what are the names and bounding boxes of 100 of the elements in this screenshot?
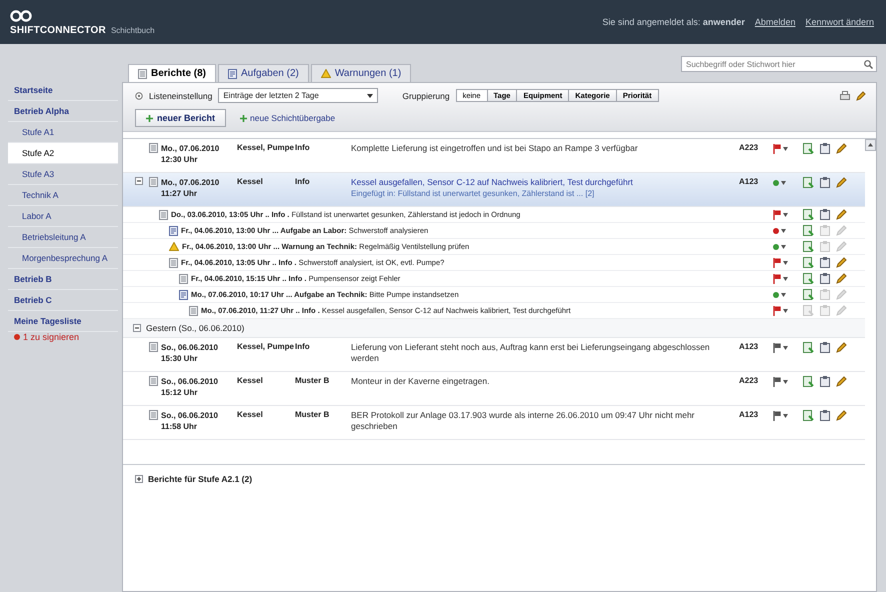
sidebar-item[interactable]: Betrieb C	[8, 290, 118, 311]
collapse-icon[interactable]	[133, 324, 141, 332]
sidebar-item[interactable]: Stufe A2	[8, 143, 118, 164]
sidebar-item[interactable]: Betriebsleitung A	[8, 227, 118, 248]
clipboard-icon[interactable]	[820, 209, 830, 220]
report-text: Komplette Lieferung ist eingetroffen und ist bei Stapo an Rampe 3 verfügbar	[351, 143, 638, 153]
product-name: SHIFTCONNECTOR	[10, 24, 106, 36]
caret-icon[interactable]	[783, 146, 788, 150]
document-icon	[148, 376, 158, 386]
report-note-link[interactable]: Eingefügt in: Füllstand ist unerwartet gesunken, Zählerstand ist ... [2]	[351, 188, 719, 199]
sidebar-item[interactable]: Morgenbesprechung A	[8, 248, 118, 269]
report-category: Info	[295, 177, 310, 186]
pencil-icon[interactable]	[836, 376, 847, 387]
note-icon[interactable]	[803, 342, 814, 353]
caret-icon[interactable]	[783, 212, 788, 216]
note-icon[interactable]	[803, 273, 814, 284]
header-link[interactable]: Abmelden	[754, 17, 796, 27]
caret-icon[interactable]	[783, 380, 788, 384]
task-icon	[228, 68, 238, 78]
scrollbar[interactable]	[865, 139, 876, 151]
report-category: Muster B	[295, 410, 330, 419]
sidebar-item[interactable]: Technik A	[8, 185, 118, 206]
note-icon[interactable]	[803, 241, 814, 252]
clipboard-icon[interactable]	[820, 257, 830, 268]
pencil-icon[interactable]	[836, 342, 847, 353]
print-icon[interactable]	[840, 90, 850, 100]
note-icon[interactable]	[803, 257, 814, 268]
range-label: Listeneinstellung	[149, 90, 212, 100]
note-icon[interactable]	[803, 289, 814, 300]
note-icon[interactable]	[803, 410, 814, 421]
sidebar-item[interactable]: Startseite	[8, 80, 118, 101]
pencil-icon[interactable]	[836, 143, 847, 154]
pencil-icon[interactable]	[836, 177, 847, 188]
note-icon[interactable]	[803, 177, 814, 188]
report-row[interactable]: Mo., 07.06.2010 11:27 Uhr Kessel Info Kessel ausgefallen, Sensor C-12 auf Nachweis kalibriert, Test durchgeführt Eingefügt in: Füllstand ist unerwartet gesunken, Zählerstand ist ... [2] A123	[123, 173, 865, 207]
login-text: Sie sind angemeldet als: anwender	[602, 17, 745, 27]
report-time: 15:30 Uhr	[161, 353, 198, 364]
search-field[interactable]: Suchbegriff oder Stichwort hier	[681, 56, 877, 72]
document-icon	[148, 177, 158, 187]
pencil-icon[interactable]	[836, 410, 847, 421]
report-text: Kessel ausgefallen, Sensor C-12 auf Nachweis kalibriert, Test durchgeführt	[351, 177, 633, 187]
note-icon[interactable]	[803, 143, 814, 154]
logo-icon	[10, 8, 32, 22]
note-icon[interactable]	[803, 376, 814, 387]
pencil-icon[interactable]	[836, 273, 847, 284]
caret-icon[interactable]	[781, 292, 786, 296]
range-dropdown[interactable]: Einträge der letzten 2 Tage	[218, 88, 378, 103]
caret-icon	[367, 94, 374, 98]
header-link[interactable]: Kennwort ändern	[805, 17, 874, 27]
note-icon[interactable]	[803, 225, 814, 236]
document-icon	[138, 68, 147, 78]
caret-icon[interactable]	[781, 180, 786, 184]
tab[interactable]: Berichte (8)	[128, 64, 216, 82]
tab[interactable]: Aufgaben (2)	[218, 64, 309, 82]
clipboard-icon[interactable]	[820, 143, 830, 154]
sidebar-item[interactable]: Stufe A3	[8, 164, 118, 185]
caret-icon[interactable]	[783, 414, 788, 418]
sidebar-item[interactable]: Labor A	[8, 206, 118, 227]
new-handover-link[interactable]: neue Schichtübergabe	[240, 113, 336, 123]
equipment-code: A123	[739, 342, 758, 351]
clipboard-icon[interactable]	[820, 273, 830, 284]
tab[interactable]: Warnungen (1)	[310, 64, 412, 82]
note-icon[interactable]	[803, 209, 814, 220]
expand-icon[interactable]	[135, 475, 143, 483]
report-date: Mo., 07.06.2010	[161, 177, 220, 188]
clipboard-icon[interactable]	[820, 410, 830, 421]
report-text: BER Protokoll zur Anlage 03.17.903 wurde als interne 26.06.2010 um 09:47 Uhr nicht mehr geschrieben	[351, 410, 695, 431]
caret-icon[interactable]	[781, 228, 786, 232]
document-icon	[169, 258, 178, 268]
search-icon	[864, 60, 873, 69]
collapsed-group[interactable]: Berichte für Stufe A2.1 (2)	[123, 464, 865, 493]
document-icon	[148, 143, 158, 153]
clipboard-icon[interactable]	[820, 376, 830, 387]
report-date: Mo., 07.06.2010	[161, 143, 220, 154]
pencil-icon[interactable]	[836, 209, 847, 220]
sidebar-item[interactable]: Betrieb Alpha	[8, 101, 118, 122]
pencil-icon[interactable]	[856, 90, 866, 100]
collapse-icon[interactable]	[135, 177, 143, 185]
caret-icon[interactable]	[783, 346, 788, 350]
report-row[interactable]: So., 06.06.2010 15:30 Uhr Kessel, PumpeInfo Lieferung von Lieferant steht noch aus, Auftrag kann erst bei Lieferungseingang abgeschlossen werden A123	[123, 338, 865, 372]
pencil-icon[interactable]	[836, 257, 847, 268]
group-title: Berichte für Stufe A2.1 (2)	[148, 474, 252, 484]
task-icon	[169, 226, 178, 236]
sidebar-item[interactable]: Meine Tagesliste	[8, 311, 118, 332]
report-row[interactable]: So., 06.06.2010 11:58 Uhr Kessel Muster B BER Protokoll zur Anlage 03.17.903 wurde als interne 26.06.2010 um 09:47 Uhr nicht mehr geschrieben A123	[123, 406, 865, 440]
caret-icon[interactable]	[783, 276, 788, 280]
caret-icon[interactable]	[781, 244, 786, 248]
new-report-button[interactable]: neuer Bericht	[135, 109, 226, 127]
report-row[interactable]: So., 06.06.2010 15:12 Uhr Kessel Muster B Monteur in der Kaverne eingetragen. A223	[123, 372, 865, 406]
group-title: Gestern (So., 06.06.2010)	[146, 323, 244, 333]
report-text: Monteur in der Kaverne eingetragen.	[351, 376, 490, 386]
caret-icon[interactable]	[783, 308, 788, 312]
clipboard-icon[interactable]	[820, 177, 830, 188]
plus-icon	[240, 114, 248, 122]
report-category: Info	[295, 342, 310, 351]
signature-notice[interactable]: 1 zu signieren	[23, 332, 80, 342]
equipment-code: A123	[739, 410, 758, 419]
clipboard-icon[interactable]	[820, 342, 830, 353]
caret-icon[interactable]	[783, 260, 788, 264]
sidebar-item[interactable]: Betrieb B	[8, 269, 118, 290]
